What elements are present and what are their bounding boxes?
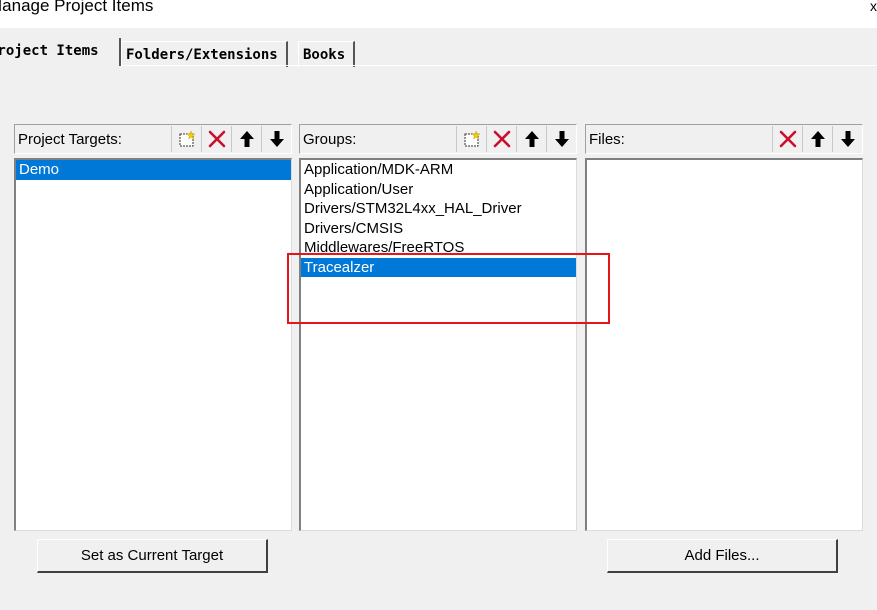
move-down-icon <box>554 131 569 147</box>
tab-strip: Project Items Folders/Extensions Books <box>0 28 877 68</box>
list-item[interactable]: Demo <box>16 160 291 180</box>
files-label: Files: <box>589 131 625 148</box>
list-item[interactable]: Application/MDK-ARM <box>301 160 576 180</box>
move-target-up-button[interactable] <box>231 126 261 152</box>
delete-file-button[interactable] <box>772 126 802 152</box>
groups-list[interactable]: Application/MDK-ARM Application/User Dri… <box>299 158 577 531</box>
list-item[interactable]: Drivers/STM32L4xx_HAL_Driver <box>301 199 576 219</box>
move-group-down-button[interactable] <box>546 126 576 152</box>
move-file-down-button[interactable] <box>832 126 862 152</box>
delete-icon <box>493 130 510 148</box>
window-title: Manage Project Items <box>0 0 154 15</box>
move-target-down-button[interactable] <box>261 126 291 152</box>
tab-books[interactable]: Books <box>298 41 356 67</box>
move-down-icon <box>269 131 284 147</box>
new-target-button[interactable] <box>171 126 201 152</box>
tab-project-items[interactable]: Project Items <box>0 38 121 66</box>
groups-label: Groups: <box>303 131 357 148</box>
annotation-highlight-box <box>287 253 610 324</box>
tab-divider <box>121 65 877 66</box>
move-up-icon <box>524 131 539 147</box>
targets-list[interactable]: Demo <box>14 158 292 531</box>
tab-folders-extensions[interactable]: Folders/Extensions <box>121 41 288 67</box>
targets-label: Project Targets: <box>18 131 122 148</box>
groups-header: Groups: <box>299 124 577 154</box>
delete-icon <box>208 130 225 148</box>
delete-target-button[interactable] <box>201 126 231 152</box>
groups-toolbar <box>456 126 576 152</box>
list-item[interactable]: Drivers/CMSIS <box>301 219 576 239</box>
files-list[interactable] <box>585 158 863 531</box>
new-group-button[interactable] <box>456 126 486 152</box>
delete-icon <box>779 130 796 148</box>
move-up-icon <box>239 131 254 147</box>
move-up-icon <box>810 131 825 147</box>
delete-group-button[interactable] <box>486 126 516 152</box>
new-icon <box>464 130 481 147</box>
new-icon <box>179 130 196 147</box>
targets-toolbar <box>171 126 291 152</box>
title-bar: Manage Project Items x <box>0 0 877 28</box>
files-toolbar <box>772 126 862 152</box>
add-files-button[interactable]: Add Files... <box>607 539 838 573</box>
move-down-icon <box>840 131 855 147</box>
set-current-target-button[interactable]: Set as Current Target <box>37 539 268 573</box>
close-icon[interactable]: x <box>870 0 877 14</box>
targets-header: Project Targets: <box>14 124 292 154</box>
files-header: Files: <box>585 124 863 154</box>
list-item[interactable]: Application/User <box>301 180 576 200</box>
move-file-up-button[interactable] <box>802 126 832 152</box>
move-group-up-button[interactable] <box>516 126 546 152</box>
